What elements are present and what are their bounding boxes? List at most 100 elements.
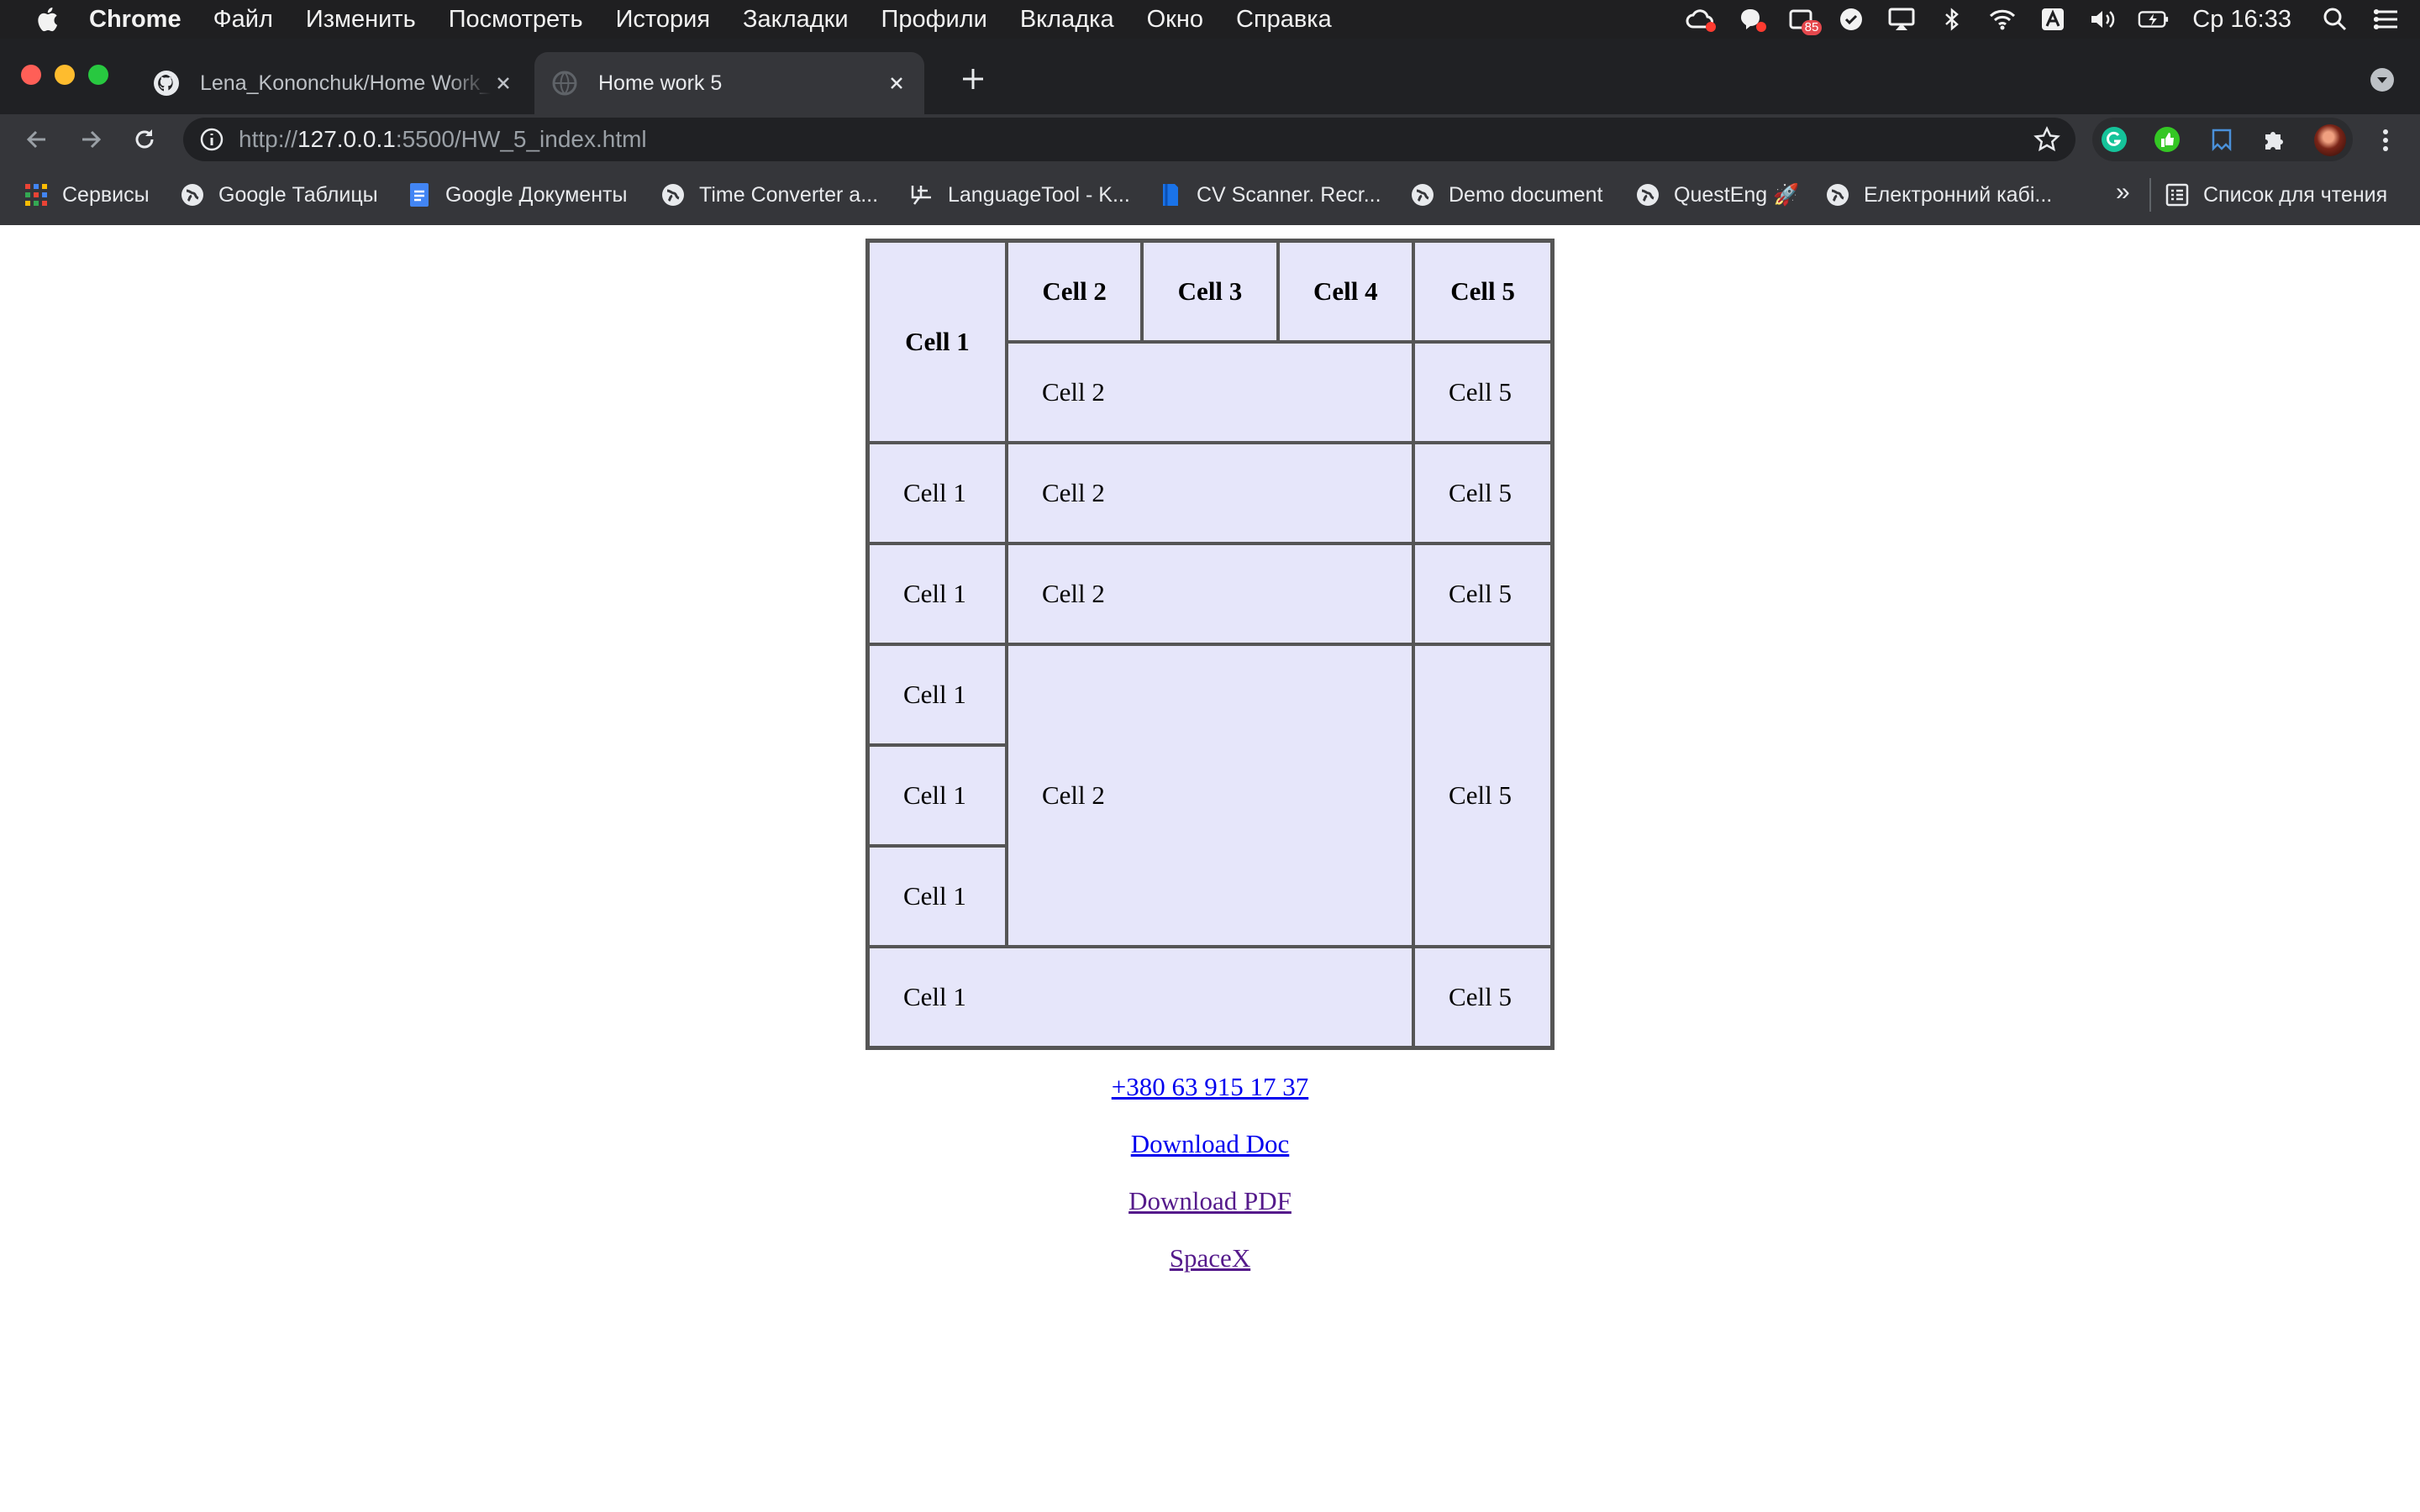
browser-toolbar: http://127.0.0.1:5500/HW_5_index.html (0, 114, 2420, 165)
notification-dot-icon (1706, 22, 1717, 32)
address-bar[interactable]: http://127.0.0.1:5500/HW_5_index.html (183, 118, 2075, 161)
bookmarks-divider (2149, 178, 2151, 212)
bluetooth-icon[interactable] (1936, 5, 1968, 34)
download-doc-link[interactable]: Download Doc (0, 1127, 2420, 1184)
menu-help[interactable]: Справка (1236, 6, 1332, 34)
creative-cloud-icon[interactable] (1684, 5, 1717, 34)
table-cell: Cell 5 (1413, 543, 1552, 644)
window-close-button[interactable] (21, 65, 41, 85)
url-scheme: http:// (239, 126, 298, 152)
tab-close-icon[interactable] (491, 71, 516, 96)
bookmark-star-icon[interactable] (2033, 126, 2060, 153)
content-table: Cell 1 Cell 2 Cell 3 Cell 4 Cell 5 Cell … (865, 239, 1555, 1050)
input-source-icon[interactable] (2037, 5, 2069, 34)
bookmark-questeng[interactable]: QuestEng 🚀 (1635, 180, 1799, 210)
new-tab-plus-icon[interactable] (958, 64, 988, 94)
links-list: +380 63 915 17 37 Download Doc Download … (0, 1070, 2420, 1299)
menu-window[interactable]: Окно (1147, 6, 1203, 34)
notification-dot-icon (1756, 22, 1767, 32)
bookmark-label: Google Таблицы (218, 182, 378, 207)
page-content: Cell 1 Cell 2 Cell 3 Cell 4 Cell 5 Cell … (0, 225, 2420, 1512)
checkmark-app-icon[interactable] (1835, 5, 1867, 34)
profile-avatar[interactable] (2314, 124, 2346, 156)
menu-history[interactable]: История (616, 6, 710, 34)
window-fullscreen-button[interactable] (88, 65, 108, 85)
globe-icon (552, 71, 577, 96)
menu-tab[interactable]: Вкладка (1020, 6, 1114, 34)
viber-icon[interactable] (1734, 5, 1767, 34)
tab-home-work-5[interactable]: Home work 5 (534, 52, 924, 114)
reading-list-button[interactable]: Список для чтения (2165, 180, 2387, 210)
thumbs-up-extension-icon[interactable] (2154, 126, 2181, 153)
battery-charging-icon[interactable] (2138, 5, 2170, 34)
phone-link[interactable]: +380 63 915 17 37 (0, 1070, 2420, 1127)
table-cell: Cell 2 (1006, 342, 1414, 443)
back-arrow-icon[interactable] (22, 124, 52, 155)
github-icon (154, 71, 179, 96)
bookmark-label: Demo document (1449, 182, 1603, 207)
table-cell: Cell 1 (868, 644, 1007, 745)
google-docs-icon (410, 183, 429, 207)
menu-file[interactable]: Файл (213, 6, 273, 34)
table-cell: Cell 5 (1413, 947, 1552, 1047)
bookmark-label: Електронний кабі... (1864, 182, 2053, 207)
table-cell: Cell 2 (1006, 543, 1414, 644)
bookmark-electronic-cabinet[interactable]: Електронний кабі... (1825, 180, 2052, 210)
menu-view[interactable]: Посмотреть (449, 6, 583, 34)
bookmark-google-sheets[interactable]: Google Таблицы (180, 180, 378, 210)
bookmark-google-docs[interactable]: Google Документы (407, 180, 627, 210)
table-header-cell-1: Cell 1 (868, 241, 1007, 443)
url-text[interactable]: http://127.0.0.1:5500/HW_5_index.html (239, 126, 647, 153)
languagetool-icon (911, 186, 931, 205)
bookmarks-bar: Сервисы Google Таблицы Google Документы … (0, 165, 2420, 226)
calendar-badge-icon[interactable]: 85 (1785, 5, 1823, 35)
apple-logo-icon[interactable] (34, 5, 59, 34)
extensions-puzzle-icon[interactable] (2260, 126, 2287, 153)
reading-list-label: Список для чтения (2203, 182, 2388, 207)
grammarly-icon[interactable] (2101, 126, 2128, 153)
bookmark-label: Time Converter a... (699, 182, 879, 207)
table-row: Cell 1 Cell 2 Cell 5 (868, 644, 1552, 947)
window-minimize-button[interactable] (55, 65, 75, 85)
bookmark-languagetool[interactable]: LanguageTool - K... (909, 180, 1130, 210)
bookmark-time-converter[interactable]: Time Converter a... (660, 180, 878, 210)
tab-search-chevron-icon[interactable] (2370, 67, 2395, 92)
menu-edit[interactable]: Изменить (306, 6, 416, 34)
menu-bookmarks[interactable]: Закладки (743, 6, 849, 34)
bookmark-cv-scanner[interactable]: CV Scanner. Recr... (1158, 180, 1381, 210)
bookmarks-overflow-chevron[interactable]: » (2116, 178, 2130, 207)
forward-arrow-icon[interactable] (76, 124, 106, 155)
tab-close-icon[interactable] (884, 71, 909, 96)
wifi-icon[interactable] (1986, 5, 2018, 34)
download-pdf-link[interactable]: Download PDF (0, 1184, 2420, 1242)
apps-grid-icon (25, 184, 47, 206)
cv-scanner-icon (1163, 184, 1178, 206)
table-header-cell-2: Cell 2 (1006, 241, 1143, 342)
table-header-cell-3: Cell 3 (1142, 241, 1278, 342)
bookmark-demo-document[interactable]: Demo document (1410, 180, 1602, 210)
table-cell: Cell 2 (1006, 443, 1414, 543)
table-row: Cell 1 Cell 2 Cell 5 (868, 543, 1552, 644)
airplay-icon[interactable] (1886, 5, 1918, 34)
spotlight-search-icon[interactable] (2319, 5, 2351, 34)
table-cell: Cell 5 (1413, 342, 1552, 443)
globe-icon (1637, 184, 1659, 206)
chrome-menu-icon[interactable] (2371, 126, 2400, 155)
menu-app-name[interactable]: Chrome (89, 6, 182, 34)
reload-icon[interactable] (129, 124, 160, 155)
globe-icon (1827, 184, 1849, 206)
tab-github[interactable]: Lena_Kononchuk/Home Work_5 (136, 52, 531, 114)
bookmark-apps[interactable]: Сервисы (24, 180, 150, 210)
spacex-link[interactable]: SpaceX (0, 1242, 2420, 1299)
site-info-icon[interactable] (198, 126, 225, 153)
menu-profiles[interactable]: Профили (881, 6, 987, 34)
bookmark-extension-icon[interactable] (2208, 126, 2235, 153)
control-center-icon[interactable] (2370, 5, 2402, 34)
volume-icon[interactable] (2087, 5, 2119, 34)
status-area: 85 Ср 16:33 (1675, 0, 2420, 39)
url-host: 127.0.0.1 (297, 126, 396, 152)
menu-clock[interactable]: Ср 16:33 (2192, 6, 2291, 34)
globe-icon (662, 184, 684, 206)
table-header-cell-4: Cell 4 (1277, 241, 1414, 342)
reading-list-icon (2165, 183, 2189, 207)
